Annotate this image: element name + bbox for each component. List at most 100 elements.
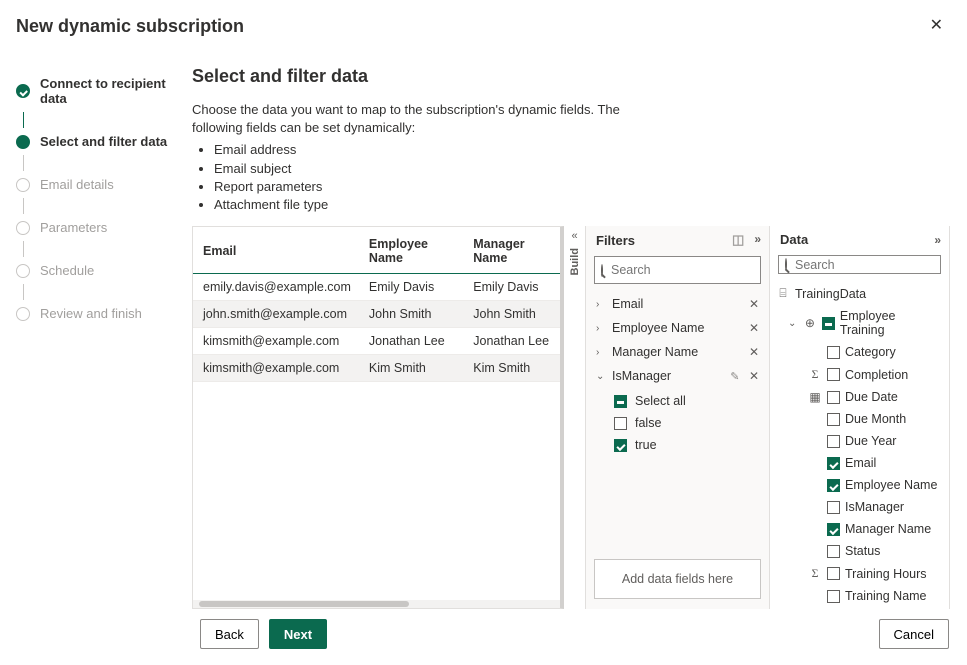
checkbox-icon[interactable] <box>827 435 840 448</box>
calendar-icon: ▦ <box>808 390 822 404</box>
filter-value-false[interactable]: false <box>614 412 759 434</box>
field-ismanager[interactable]: IsManager <box>774 496 945 518</box>
sigma-icon: Σ <box>808 367 822 382</box>
filter-item-manager-name[interactable]: ›Manager Name ✕ <box>590 340 765 364</box>
column-header[interactable]: Email <box>193 227 359 274</box>
chevron-right-icon[interactable]: » <box>934 233 941 247</box>
field-label: IsManager <box>845 500 904 514</box>
checkbox-checked-icon[interactable] <box>827 523 840 536</box>
horizontal-scrollbar[interactable] <box>193 600 560 608</box>
column-header[interactable]: Manager Name <box>463 227 560 274</box>
column-header[interactable]: Employee Name <box>359 227 463 274</box>
checkbox-icon[interactable] <box>827 545 840 558</box>
wizard-step-parameters[interactable]: Parameters <box>16 214 184 241</box>
data-tree: ⌸ TrainingData ⌄ ⊕ Employee Training Cat… <box>770 280 949 609</box>
data-table-node[interactable]: ⌄ ⊕ Employee Training <box>774 305 945 341</box>
field-label: Manager Name <box>845 522 931 536</box>
field-due-year[interactable]: Due Year <box>774 430 945 452</box>
checkbox-icon[interactable] <box>614 417 627 430</box>
step-dot-icon <box>16 307 30 321</box>
wizard-step-select[interactable]: Select and filter data <box>16 128 184 155</box>
checkbox-checked-icon[interactable] <box>827 479 840 492</box>
chevron-down-icon: ⌄ <box>596 371 606 382</box>
checkbox-indeterminate-icon[interactable] <box>614 395 627 408</box>
field-manager-name[interactable]: Manager Name <box>774 518 945 540</box>
checkbox-checked-icon[interactable] <box>827 457 840 470</box>
edit-filter-icon[interactable]: ✎ <box>730 371 739 383</box>
next-button[interactable]: Next <box>269 619 327 649</box>
wizard-nav: Connect to recipient data Select and fil… <box>6 48 188 609</box>
cell-email: emily.davis@example.com <box>193 274 359 301</box>
chevron-right-icon[interactable]: » <box>754 232 761 248</box>
data-preview-table: Email Employee Name Manager Name emily.d… <box>192 226 564 609</box>
table-row[interactable]: emily.davis@example.com Emily Davis Emil… <box>193 274 560 301</box>
wizard-step-schedule[interactable]: Schedule <box>16 257 184 284</box>
cell-manager: John Smith <box>463 301 560 328</box>
wizard-step-review[interactable]: Review and finish <box>16 300 184 327</box>
checkbox-icon[interactable] <box>827 567 840 580</box>
field-due-date[interactable]: ▦Due Date <box>774 386 945 408</box>
field-employee-name[interactable]: Employee Name <box>774 474 945 496</box>
filters-search[interactable] <box>594 256 761 284</box>
bullet-item: Email address <box>214 141 632 159</box>
field-training-hours[interactable]: ΣTraining Hours <box>774 562 945 585</box>
field-status[interactable]: Status <box>774 540 945 562</box>
field-label: Category <box>845 345 896 359</box>
field-category[interactable]: Category <box>774 341 945 363</box>
checkbox-icon[interactable] <box>827 368 840 381</box>
table-row[interactable]: kimsmith@example.com Kim Smith Kim Smith <box>193 355 560 382</box>
field-label: Training Name <box>845 589 927 603</box>
checkbox-icon[interactable] <box>827 590 840 603</box>
back-button[interactable]: Back <box>200 619 259 649</box>
wizard-connector <box>23 155 24 171</box>
remove-filter-icon[interactable]: ✕ <box>749 369 759 383</box>
field-label: Due Month <box>845 412 906 426</box>
filters-search-input[interactable] <box>609 262 774 278</box>
globe-icon: ⊕ <box>803 316 817 330</box>
wizard-connector <box>23 112 24 128</box>
field-label: Status <box>845 544 880 558</box>
filter-value-true[interactable]: true <box>614 434 759 456</box>
filter-item-email[interactable]: ›Email ✕ <box>590 292 765 316</box>
data-search-input[interactable] <box>793 257 958 273</box>
filter-label: Employee Name <box>612 321 704 335</box>
filters-dropzone[interactable]: Add data fields here <box>594 559 761 599</box>
database-icon: ⌸ <box>776 286 790 301</box>
checkbox-checked-icon[interactable] <box>614 439 627 452</box>
remove-filter-icon[interactable]: ✕ <box>749 297 759 311</box>
table-row[interactable]: kimsmith@example.com Jonathan Lee Jonath… <box>193 328 560 355</box>
filters-header: Filters ◫ » <box>586 226 769 254</box>
filter-item-employee-name[interactable]: ›Employee Name ✕ <box>590 316 765 340</box>
data-source-node[interactable]: ⌸ TrainingData <box>774 282 945 305</box>
checkbox-icon[interactable] <box>827 391 840 404</box>
data-search[interactable] <box>778 255 941 274</box>
wizard-step-connect[interactable]: Connect to recipient data <box>16 70 184 112</box>
clear-filters-icon[interactable]: ◫ <box>732 232 744 248</box>
step-label: Schedule <box>40 263 94 278</box>
step-dot-icon <box>16 135 30 149</box>
checkbox-icon[interactable] <box>827 413 840 426</box>
remove-filter-icon[interactable]: ✕ <box>749 321 759 335</box>
field-completion[interactable]: ΣCompletion <box>774 363 945 386</box>
data-header: Data » <box>770 226 949 253</box>
field-training-name[interactable]: Training Name <box>774 585 945 607</box>
close-icon[interactable]: ✕ <box>926 14 947 38</box>
filter-item-ismanager[interactable]: ⌄IsManager ✎ ✕ <box>590 364 765 388</box>
checkbox-icon[interactable] <box>827 501 840 514</box>
field-due-month[interactable]: Due Month <box>774 408 945 430</box>
filter-value-label: false <box>635 416 661 430</box>
checkbox-indeterminate-icon[interactable] <box>822 317 835 330</box>
field-label: Employee Name <box>845 478 937 492</box>
cell-employee: Jonathan Lee <box>359 328 463 355</box>
field-email[interactable]: Email <box>774 452 945 474</box>
dialog-footer: Back Next Cancel <box>0 609 967 665</box>
remove-filter-icon[interactable]: ✕ <box>749 345 759 359</box>
filter-value-select-all[interactable]: Select all <box>614 390 759 412</box>
table-row[interactable]: john.smith@example.com John Smith John S… <box>193 301 560 328</box>
build-collapse-bar[interactable]: « Build <box>564 226 586 609</box>
cell-employee: Kim Smith <box>359 355 463 382</box>
cancel-button[interactable]: Cancel <box>879 619 949 649</box>
wizard-step-email[interactable]: Email details <box>16 171 184 198</box>
step-label: Review and finish <box>40 306 142 321</box>
checkbox-icon[interactable] <box>827 346 840 359</box>
